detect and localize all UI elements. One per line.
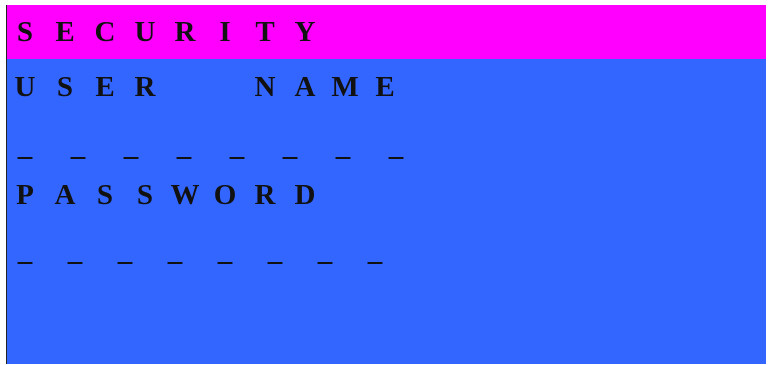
- password-label-char: A: [54, 179, 76, 211]
- user-label-char: S: [56, 71, 74, 103]
- user-label-char: E: [375, 71, 395, 103]
- user-field-slot: _: [123, 130, 139, 162]
- password-label-char: O: [213, 179, 237, 211]
- user-field-slot: _: [70, 130, 86, 162]
- title-char: Y: [294, 16, 316, 48]
- password-label-char: P: [16, 179, 34, 211]
- password-label-char: W: [170, 179, 200, 211]
- user-name-label: U S E R N A M E: [7, 62, 766, 112]
- user-field-slot: _: [17, 130, 33, 162]
- password-label-char: S: [96, 179, 114, 211]
- user-label-char: N: [254, 71, 276, 103]
- password-field-slot: _: [117, 235, 133, 267]
- password-label: P A S S W O R D: [7, 170, 766, 220]
- title-char: S: [16, 16, 34, 48]
- user-label-char: E: [95, 71, 115, 103]
- password-label-char: R: [254, 179, 276, 211]
- password-field-slot: _: [267, 235, 283, 267]
- title-char: I: [219, 16, 231, 48]
- user-field-slot: _: [282, 130, 298, 162]
- title-bar: S E C U R I T Y: [7, 5, 766, 59]
- page-title: S E C U R I T Y: [7, 7, 766, 57]
- password-field-slot: _: [67, 235, 83, 267]
- password-field-slot: _: [17, 235, 33, 267]
- password-field-slot: _: [367, 235, 383, 267]
- title-char: U: [134, 16, 156, 48]
- password-label-char: S: [136, 179, 154, 211]
- user-label-char: A: [294, 71, 316, 103]
- title-char: E: [55, 16, 75, 48]
- title-char: R: [174, 16, 196, 48]
- password-label-char: D: [294, 179, 316, 211]
- user-label-char: R: [134, 71, 156, 103]
- security-screen: S E C U R I T Y U S E R N A M E _ _ _ _ …: [6, 5, 766, 364]
- user-field-slot: _: [335, 130, 351, 162]
- password-field-slot: _: [217, 235, 233, 267]
- password-field-slot: _: [167, 235, 183, 267]
- user-field-slot: _: [229, 130, 245, 162]
- title-char: T: [255, 16, 275, 48]
- user-label-char: M: [331, 71, 359, 103]
- user-name-field[interactable]: _ _ _ _ _ _ _ _: [7, 121, 766, 171]
- user-label-char: U: [14, 71, 36, 103]
- password-field[interactable]: _ _ _ _ _ _ _ _: [7, 226, 766, 276]
- title-char: C: [94, 16, 116, 48]
- user-field-slot: _: [388, 130, 404, 162]
- password-field-slot: _: [317, 235, 333, 267]
- user-field-slot: _: [176, 130, 192, 162]
